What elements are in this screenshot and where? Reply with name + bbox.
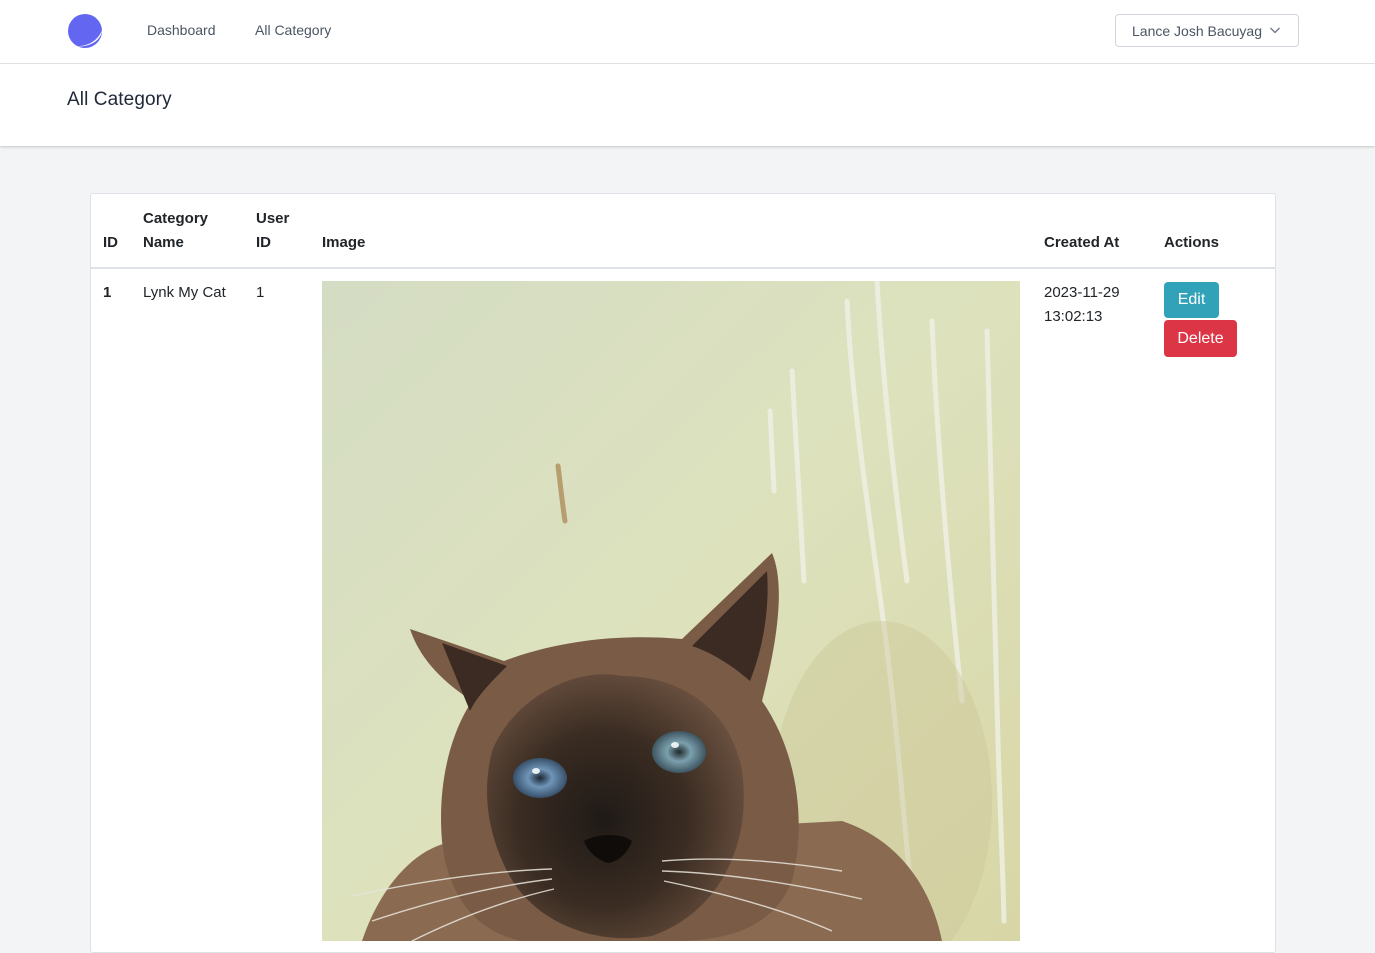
user-name: Lance Josh Bacuyag [1132, 22, 1262, 39]
category-image [322, 281, 1020, 941]
cat-photo [322, 281, 1020, 941]
nav-link-dashboard[interactable]: Dashboard [147, 22, 216, 38]
header-divider [91, 267, 1275, 269]
cell-created-date: 2023-11-29 [1044, 284, 1120, 301]
category-table: ID Category Name User ID Image Created A… [90, 193, 1276, 953]
cell-id: 1 [103, 284, 112, 301]
column-header-category-name: Category Name [143, 210, 209, 251]
column-header-image: Image [322, 234, 366, 251]
page-title: All Category [67, 89, 172, 110]
cell-created-time: 13:02:13 [1044, 308, 1103, 325]
top-navbar: Dashboard All Category Lance Josh Bacuya… [0, 0, 1375, 64]
column-header-created-at: Created At [1044, 234, 1120, 251]
nav-link-all-category[interactable]: All Category [255, 22, 331, 38]
column-header-user-id: User ID [256, 210, 290, 251]
user-dropdown-button[interactable]: Lance Josh Bacuyag [1115, 14, 1299, 47]
column-header-actions: Actions [1164, 234, 1220, 251]
cell-category-name: Lynk My Cat [143, 284, 226, 301]
page-header: All Category [0, 64, 1375, 146]
edit-button[interactable]: Edit [1164, 282, 1219, 318]
delete-button[interactable]: Delete [1164, 320, 1237, 357]
crescent-logo-icon[interactable] [67, 13, 103, 49]
cell-user-id: 1 [256, 284, 265, 301]
column-header-id: ID [103, 234, 118, 251]
chevron-down-icon [1270, 27, 1280, 34]
